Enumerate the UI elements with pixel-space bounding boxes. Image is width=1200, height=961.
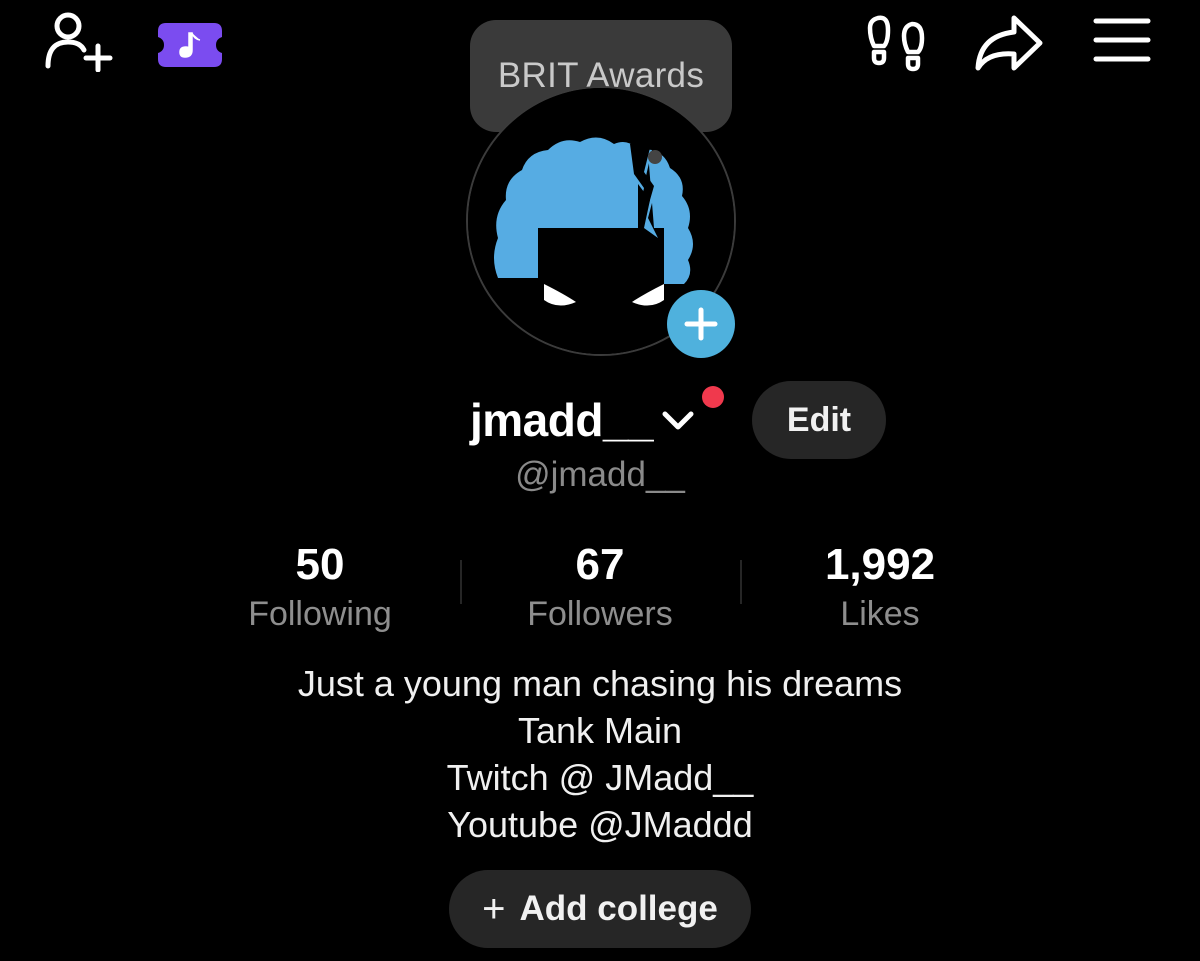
stat-label: Followers bbox=[527, 595, 673, 633]
bio-line: Tank Main bbox=[517, 710, 683, 751]
username: jmadd__ bbox=[470, 394, 654, 446]
promo-ticket-button[interactable] bbox=[158, 23, 222, 67]
edit-profile-button[interactable]: Edit bbox=[752, 381, 886, 459]
plus-icon bbox=[684, 307, 718, 341]
share-icon bbox=[975, 15, 1043, 71]
stat-label: Following bbox=[248, 595, 392, 633]
stat-divider bbox=[740, 560, 742, 604]
bio-line: Youtube @JMaddd bbox=[447, 804, 753, 845]
add-friend-button[interactable] bbox=[44, 10, 114, 72]
bio-line: Just a young man chasing his dreams bbox=[297, 663, 903, 704]
chevron-down-icon bbox=[662, 411, 694, 430]
share-button[interactable] bbox=[974, 14, 1044, 72]
stat-value: 1,992 bbox=[824, 540, 936, 589]
stat-label: Likes bbox=[840, 595, 920, 633]
menu-icon bbox=[1093, 18, 1151, 62]
edit-profile-label: Edit bbox=[786, 400, 852, 439]
stat-followers[interactable]: 67 Followers bbox=[470, 538, 730, 636]
user-handle: @jmadd__ bbox=[515, 455, 685, 494]
account-switcher[interactable]: jmadd__ bbox=[470, 388, 695, 452]
add-college-label: Add college bbox=[519, 889, 718, 928]
stat-value: 67 bbox=[575, 540, 625, 589]
notification-dot bbox=[702, 386, 724, 408]
footprint-icon bbox=[867, 15, 925, 72]
add-college-button[interactable]: + Add college bbox=[449, 870, 751, 948]
add-friend-icon bbox=[45, 12, 113, 72]
plus-icon: + bbox=[482, 887, 506, 931]
menu-button[interactable] bbox=[1092, 15, 1152, 65]
bio-line: Twitch @ JMadd__ bbox=[446, 757, 754, 798]
stat-value: 50 bbox=[295, 540, 345, 589]
stat-likes[interactable]: 1,992 Likes bbox=[750, 538, 1010, 636]
tooltip-anchor-dot bbox=[648, 150, 662, 164]
tiktok-note-icon bbox=[158, 23, 222, 67]
profile-views-button[interactable] bbox=[866, 12, 928, 72]
stat-following[interactable]: 50 Following bbox=[190, 538, 450, 636]
add-avatar-button[interactable] bbox=[667, 290, 735, 358]
bio[interactable]: Just a young man chasing his dreams Tank… bbox=[0, 660, 1200, 848]
stat-divider bbox=[460, 560, 462, 604]
